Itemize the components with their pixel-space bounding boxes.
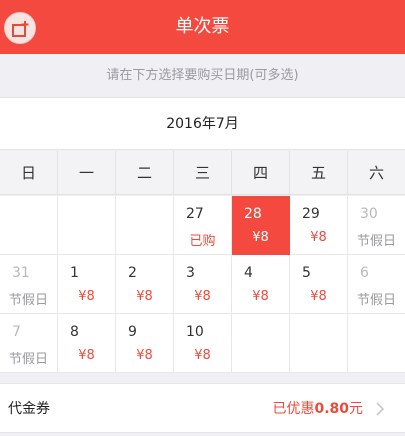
calendar-cell-empty [348,314,405,373]
page-title: 单次票 [175,16,230,37]
calendar-day-5[interactable]: 5 ¥8 [290,255,348,314]
price-label: ¥8 [136,289,153,304]
holiday-label: 节假日 [356,293,396,308]
calendar-day-3[interactable]: 3 ¥8 [174,255,232,314]
day-number: 31 [12,265,30,281]
day-number: 8 [70,324,79,340]
weekday-wed: 三 [174,151,232,195]
calendar-cell-empty [116,196,174,255]
calendar-day-4[interactable]: 4 ¥8 [232,255,290,314]
hint-bar: 请在下方选择要购买日期(可多选) [0,54,405,98]
day-number: 27 [186,206,204,222]
calendar-grid: 27 已购 28 ¥8 29 ¥8 30 节假日 31 节假日 1 ¥8 2 ¥8 3 ¥8 4 ¥8 5 ¥8 6 节假… [0,196,405,373]
calendar-day-9[interactable]: 9 ¥8 [116,314,174,373]
day-number: 4 [244,265,253,281]
calendar-day-31: 31 节假日 [0,255,58,314]
calendar-day-8[interactable]: 8 ¥8 [58,314,116,373]
day-number: 7 [12,324,21,340]
day-number: 9 [128,324,137,340]
exit-icon [12,21,29,37]
weekday-sat: 六 [368,164,384,182]
chevron-right-icon [376,402,385,416]
weekday-tue: 二 [116,151,174,195]
calendar-day-30: 30 节假日 [348,196,405,255]
price-label: ¥8 [310,289,327,304]
header-bar: 单次票 [0,0,405,54]
calendar-day-29[interactable]: 29 ¥8 [290,196,348,255]
price-label: ¥8 [78,289,95,304]
day-number: 2 [128,265,137,281]
month-bar: 2016年7月 [0,98,405,150]
calendar-day-1[interactable]: 1 ¥8 [58,255,116,314]
price-label: ¥8 [252,230,269,245]
day-number: 28 [244,206,262,222]
coupon-discount-prefix: 已优惠 [272,401,315,417]
calendar-cell-empty [58,196,116,255]
price-label: ¥8 [194,348,211,363]
calendar-cell-empty [290,314,348,373]
weekday-fri: 五 [290,151,348,195]
calendar-day-2[interactable]: 2 ¥8 [116,255,174,314]
weekday-sun: 日 [0,151,58,195]
day-number: 5 [302,265,311,281]
hint-text: 请在下方选择要购买日期(可多选) [106,68,299,83]
weekday-thu: 四 [232,151,290,195]
weekday-header: 日 一 二 三 四 五 六 [0,151,405,195]
day-number: 3 [186,265,195,281]
price-label: ¥8 [136,348,153,363]
calendar-day-28[interactable]: 28 ¥8 [232,196,290,255]
price-label: ¥8 [194,289,211,304]
month-title: 2016年7月 [166,116,239,132]
price-label: ¥8 [78,348,95,363]
calendar-day-6: 6 节假日 [348,255,405,314]
bought-label: 已购 [189,234,216,249]
calendar-day-10[interactable]: 10 ¥8 [174,314,232,373]
day-number: 1 [70,265,79,281]
coupon-discount: 已优惠0.80元 [272,384,363,434]
calendar-cell-empty [0,196,58,255]
calendar-cell-empty [232,314,290,373]
calendar-day-7: 7 节假日 [0,314,58,373]
exit-button[interactable] [4,12,36,44]
calendar-day-27: 27 已购 [174,196,232,255]
weekday-mon: 一 [58,151,116,195]
ticket-page: 单次票 请在下方选择要购买日期(可多选) 2016年7月 日 一 二 三 四 五… [0,0,405,436]
coupon-row[interactable]: 代金券 已优惠0.80元 [0,383,405,433]
day-number: 10 [186,324,204,340]
day-number: 6 [360,265,369,281]
price-label: ¥8 [252,289,269,304]
day-number: 29 [302,206,320,222]
holiday-label: 节假日 [356,234,396,249]
holiday-label: 节假日 [8,352,48,367]
day-number: 30 [360,206,378,222]
holiday-label: 节假日 [8,293,48,308]
coupon-label: 代金券 [8,401,50,417]
coupon-discount-amount: 0.80 [314,401,349,417]
price-label: ¥8 [310,230,327,245]
coupon-discount-suffix: 元 [349,401,363,417]
